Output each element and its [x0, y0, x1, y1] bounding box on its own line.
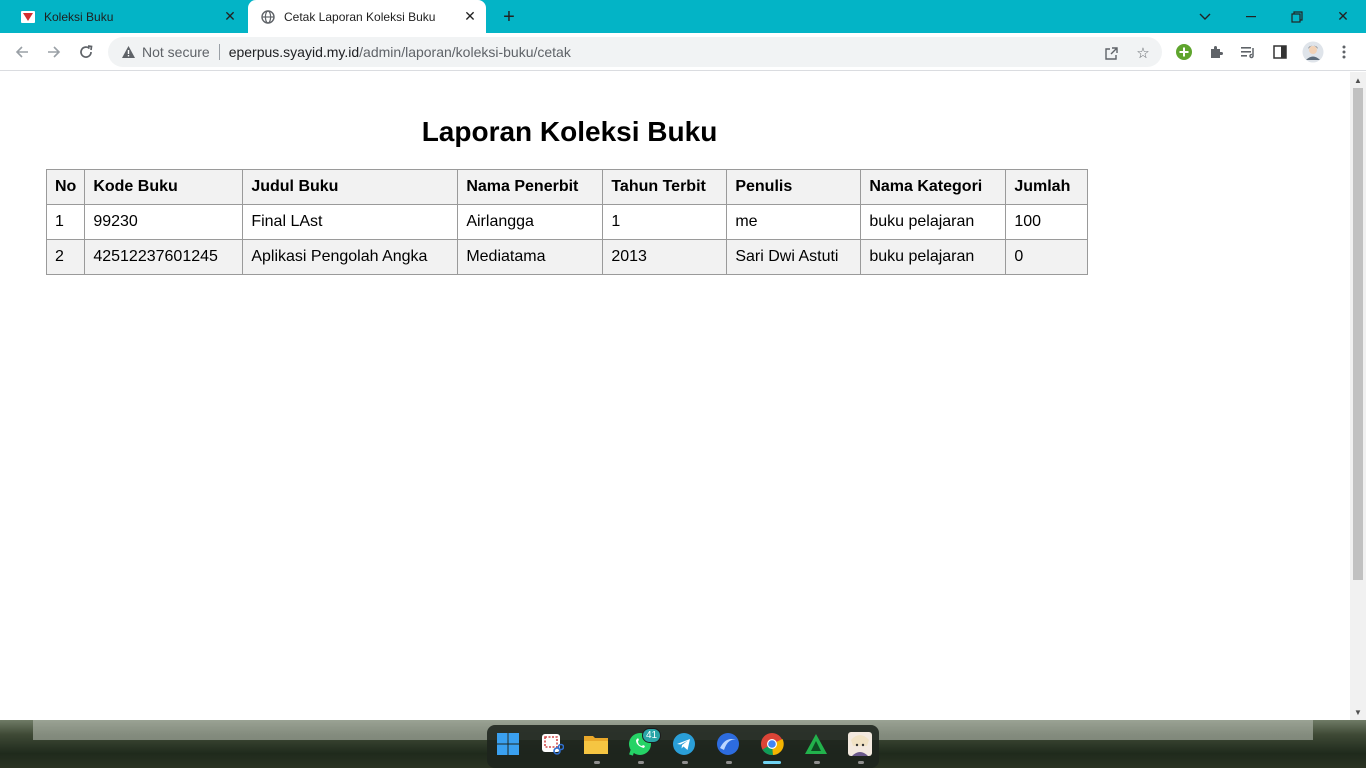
windows-start-icon[interactable]: [495, 731, 521, 757]
menu-kebab-icon[interactable]: [1333, 41, 1355, 63]
cell-penulis: Sari Dwi Astuti: [726, 239, 862, 275]
running-indicator: [814, 761, 820, 764]
bookmark-star-icon[interactable]: ☆: [1134, 44, 1152, 62]
cell-tahun-terbit: 1: [602, 204, 728, 240]
cell-tahun-terbit: 2013: [602, 239, 728, 275]
globe-icon: [260, 9, 276, 25]
green-triangle-app-icon[interactable]: [803, 731, 829, 757]
column-header-judul-buku: Judul Buku: [242, 169, 459, 205]
column-header-nama-penerbit: Nama Penerbit: [457, 169, 604, 205]
share-icon[interactable]: [1102, 44, 1120, 62]
extension-plus-icon[interactable]: [1173, 41, 1195, 63]
tab-search-chevron-icon[interactable]: [1182, 0, 1228, 33]
running-indicator: [858, 761, 864, 764]
column-header-kode-buku: Kode Buku: [84, 169, 244, 205]
column-header-jumlah: Jumlah: [1005, 169, 1089, 205]
profile-avatar-icon[interactable]: [1301, 40, 1325, 64]
tab-cetak-laporan[interactable]: Cetak Laporan Koleksi Buku ✕: [248, 0, 486, 33]
extensions-puzzle-icon[interactable]: [1205, 41, 1227, 63]
window-close-icon[interactable]: ✕: [1320, 0, 1366, 33]
cell-jumlah: 100: [1005, 204, 1089, 240]
tab-close-icon[interactable]: ✕: [220, 7, 240, 27]
site-favicon-icon: [20, 9, 36, 25]
tab-koleksi-buku[interactable]: Koleksi Buku ✕: [8, 0, 246, 33]
scroll-up-arrow-icon[interactable]: ▲: [1350, 72, 1366, 88]
address-bar[interactable]: Not secure eperpus.syayid.my.id/admin/la…: [108, 37, 1162, 67]
media-queue-icon[interactable]: [1237, 41, 1259, 63]
tab-title: Koleksi Buku: [44, 9, 114, 24]
security-label: Not secure: [142, 44, 210, 60]
running-indicator: [638, 761, 644, 764]
minimize-icon[interactable]: [1228, 0, 1274, 33]
reload-icon[interactable]: [74, 40, 98, 64]
chrome-active-indicator: [763, 761, 781, 764]
scrollbar-thumb[interactable]: [1353, 88, 1363, 580]
cell-penulis: me: [726, 204, 862, 240]
running-indicator: [682, 761, 688, 764]
game-avatar-icon[interactable]: [847, 731, 873, 757]
tab-close-icon[interactable]: ✕: [460, 7, 480, 27]
cell-nama-kategori: buku pelajaran: [860, 204, 1007, 240]
browser-globe-icon[interactable]: [715, 731, 741, 757]
back-arrow-icon[interactable]: [10, 40, 34, 64]
cell-nama-penerbit: Mediatama: [457, 239, 604, 275]
browser-toolbar: Not secure eperpus.syayid.my.id/admin/la…: [0, 33, 1366, 71]
telegram-icon[interactable]: [671, 731, 697, 757]
column-header-tahun-terbit: Tahun Terbit: [602, 169, 728, 205]
running-indicator: [726, 761, 732, 764]
url-host: eperpus.syayid.my.id: [228, 44, 360, 60]
tab-strip: Koleksi Buku ✕ Cetak Laporan Koleksi Buk…: [0, 0, 1366, 33]
cell-nama-penerbit: Airlangga: [457, 204, 604, 240]
table-row: 1 99230 Final LAst Airlangga 1 me buku p…: [45, 204, 1089, 240]
file-explorer-icon[interactable]: [583, 731, 609, 757]
new-tab-plus-icon[interactable]: +: [498, 6, 520, 28]
column-header-penulis: Penulis: [726, 169, 862, 205]
cell-no: 2: [45, 239, 86, 275]
scroll-down-arrow-icon[interactable]: ▼: [1350, 704, 1366, 720]
restore-icon[interactable]: [1274, 0, 1320, 33]
omnibox-divider: [218, 44, 220, 60]
table-row: 2 42512237601245 Aplikasi Pengolah Angka…: [45, 239, 1089, 275]
side-panel-icon[interactable]: [1269, 41, 1291, 63]
vertical-scrollbar[interactable]: ▲ ▼: [1350, 72, 1366, 720]
running-indicator: [594, 761, 600, 764]
chrome-icon[interactable]: [759, 731, 785, 757]
cell-kode-buku: 42512237601245: [84, 239, 244, 275]
column-header-no: No: [45, 169, 86, 205]
table-header-row: No Kode Buku Judul Buku Nama Penerbit Ta…: [45, 169, 1089, 205]
report-title: Laporan Koleksi Buku: [421, 116, 718, 147]
page-content: Laporan Koleksi Buku No Kode Buku Judul …: [0, 72, 1350, 720]
cell-no: 1: [45, 204, 86, 240]
whatsapp-unread-badge: 41: [642, 728, 662, 743]
url-path: /admin/laporan/koleksi-buku/cetak: [359, 44, 571, 60]
warning-icon[interactable]: [120, 44, 136, 60]
cell-judul-buku: Aplikasi Pengolah Angka: [242, 239, 459, 275]
cell-judul-buku: Final LAst: [242, 204, 459, 240]
cell-jumlah: 0: [1005, 239, 1089, 275]
tab-title: Cetak Laporan Koleksi Buku: [284, 9, 436, 24]
book-collection-table: No Kode Buku Judul Buku Nama Penerbit Ta…: [45, 169, 1089, 275]
snipping-tool-icon[interactable]: [539, 731, 565, 757]
cell-nama-kategori: buku pelajaran: [860, 239, 1007, 275]
column-header-nama-kategori: Nama Kategori: [860, 169, 1007, 205]
cell-kode-buku: 99230: [84, 204, 244, 240]
forward-arrow-icon[interactable]: [42, 40, 66, 64]
